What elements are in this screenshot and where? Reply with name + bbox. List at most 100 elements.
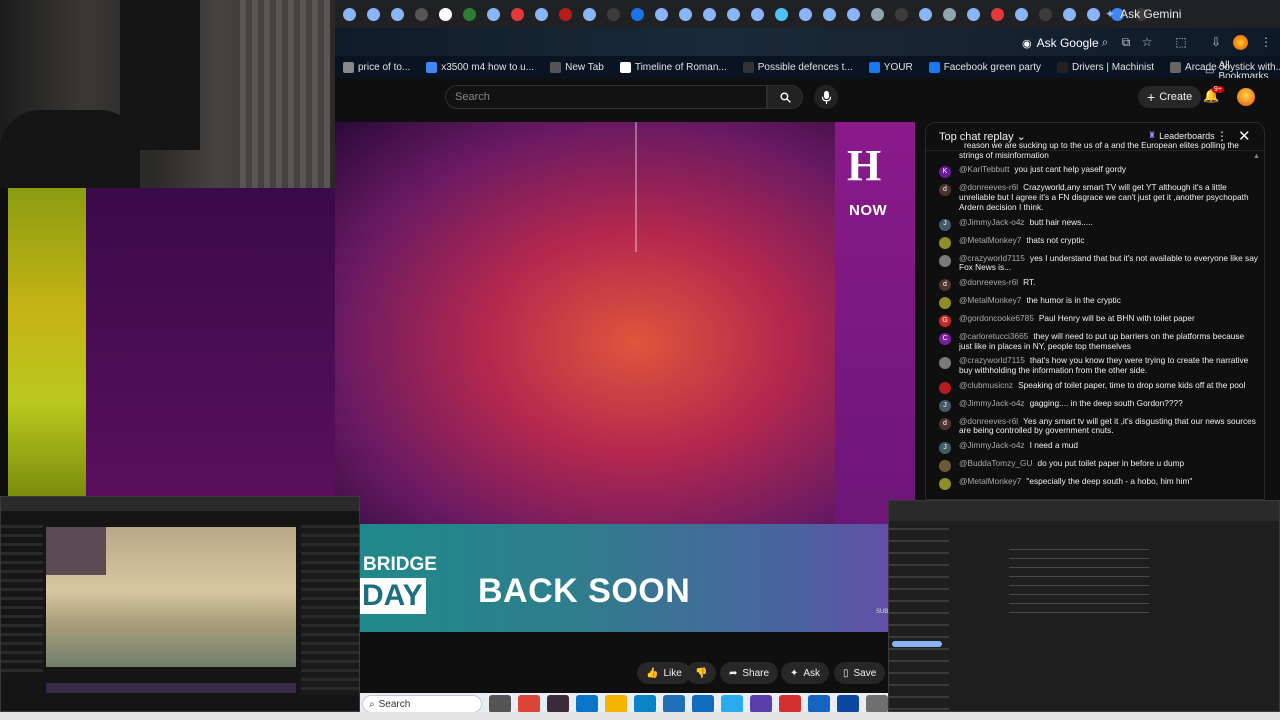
create-button[interactable]: + Create xyxy=(1138,86,1202,108)
bookmark-item[interactable]: price of to... xyxy=(335,61,418,73)
chat-avatar[interactable]: d xyxy=(939,417,951,430)
chat-avatar[interactable] xyxy=(939,478,951,491)
tab-favicon-blue-icon[interactable] xyxy=(625,2,649,26)
bookmark-item[interactable]: New Tab xyxy=(542,61,612,73)
tab-favicon-chrome-icon[interactable] xyxy=(697,2,721,26)
zoom-icon[interactable]: ⌕ xyxy=(1096,33,1114,51)
taskbar-search[interactable]: ⌕ Search xyxy=(362,695,482,713)
tab-favicon-chrome-icon[interactable] xyxy=(793,2,817,26)
taskbar-mail-icon[interactable] xyxy=(837,695,859,713)
tab-favicon-red-dark-icon[interactable] xyxy=(553,2,577,26)
chat-author[interactable]: @JimmyJack-o4z xyxy=(959,398,1025,408)
star-bookmark-icon[interactable]: ☆ xyxy=(1138,33,1156,51)
bookmark-item[interactable]: Facebook green party xyxy=(921,61,1049,73)
taskbar-telegram-icon[interactable] xyxy=(721,695,743,713)
tab-favicon-chrome-icon[interactable] xyxy=(361,2,385,26)
chat-avatar[interactable]: d xyxy=(939,184,951,197)
taskbar-outlook-icon[interactable] xyxy=(692,695,714,713)
bookmark-item[interactable]: Timeline of Roman... xyxy=(612,61,735,73)
chat-avatar[interactable]: J xyxy=(939,218,951,231)
youtube-search-input[interactable]: Search xyxy=(445,85,767,109)
tab-favicon-chrome-icon[interactable] xyxy=(913,2,937,26)
tab-favicon-dark-icon[interactable] xyxy=(1033,2,1057,26)
chat-author[interactable]: @donreeves-r6l xyxy=(959,182,1018,193)
chat-avatar[interactable]: K xyxy=(939,166,951,179)
tab-favicon-chrome-icon[interactable] xyxy=(385,2,409,26)
chat-avatar[interactable] xyxy=(939,296,951,309)
chat-avatar[interactable] xyxy=(939,236,951,249)
chat-author[interactable]: @MetalMonkey7 xyxy=(959,235,1021,245)
chat-avatar[interactable] xyxy=(939,254,951,267)
tab-favicon-chrome-icon[interactable] xyxy=(1081,2,1105,26)
chat-author[interactable]: @MetalMonkey7 xyxy=(959,295,1021,305)
tab-favicon-red-icon[interactable] xyxy=(985,2,1009,26)
taskbar-obs-icon[interactable] xyxy=(547,695,569,713)
chat-avatar[interactable] xyxy=(939,381,951,394)
ask-gemini-button[interactable]: ✦ Ask Gemini xyxy=(1105,4,1181,24)
chat-author[interactable]: @crazyworld7115 xyxy=(959,355,1025,365)
share-button[interactable]: ➦ Share xyxy=(720,662,779,684)
tab-favicon-chrome-icon[interactable] xyxy=(1057,2,1081,26)
taskbar-chrome-icon[interactable] xyxy=(518,695,540,713)
save-button[interactable]: ▯ Save xyxy=(834,662,886,684)
like-button[interactable]: 👍 Like xyxy=(637,662,691,684)
tab-favicon-green-icon[interactable] xyxy=(457,2,481,26)
chat-avatar[interactable]: J xyxy=(939,442,951,455)
tab-favicon-chrome-icon[interactable] xyxy=(577,2,601,26)
bookmark-item[interactable]: YOUR xyxy=(861,61,921,73)
taskbar-explorer-icon[interactable] xyxy=(605,695,627,713)
tab-favicon-chrome-icon[interactable] xyxy=(337,2,361,26)
chat-author[interactable]: @donreeves-r6l xyxy=(959,277,1018,287)
chat-author[interactable]: @JimmyJack-o4z xyxy=(959,217,1025,227)
dislike-button[interactable]: 👎 xyxy=(686,662,717,684)
chat-avatar[interactable]: C xyxy=(939,332,951,345)
chat-author[interactable]: @carloretucci3665 xyxy=(959,331,1028,341)
taskbar-photos-icon[interactable] xyxy=(808,695,830,713)
tab-favicon-chrome-icon[interactable] xyxy=(1009,2,1033,26)
tab-favicon-globe-icon[interactable] xyxy=(865,2,889,26)
bookmark-item[interactable]: x3500 m4 how to u... xyxy=(418,61,542,73)
extensions-icon[interactable]: ⬚ xyxy=(1172,33,1190,51)
tab-favicon-globe2-icon[interactable] xyxy=(937,2,961,26)
chat-author[interactable]: @MetalMonkey7 xyxy=(959,476,1021,486)
youtube-account-avatar[interactable] xyxy=(1237,88,1255,106)
taskbar-ms-store-icon[interactable] xyxy=(576,695,598,713)
tab-favicon-red-icon[interactable] xyxy=(505,2,529,26)
taskbar-settings-icon[interactable] xyxy=(866,695,888,713)
chat-avatar[interactable] xyxy=(939,357,951,370)
taskbar-purple-icon[interactable] xyxy=(750,695,772,713)
install-icon[interactable]: ⧉ xyxy=(1117,33,1135,51)
ask-google-button[interactable]: ◉ Ask Google xyxy=(1022,34,1099,52)
video-player[interactable]: H NOW BRIDGE DAY BACK SOON SUB xyxy=(335,122,915,632)
tab-favicon-chrome-icon[interactable] xyxy=(529,2,553,26)
download-icon[interactable]: ⇩ xyxy=(1207,33,1225,51)
tab-favicon-chrome-icon[interactable] xyxy=(817,2,841,26)
chat-avatar[interactable]: G xyxy=(939,314,951,327)
tab-favicon-chrome-icon[interactable] xyxy=(721,2,745,26)
profile-avatar[interactable] xyxy=(1233,35,1248,50)
tab-favicon-N-icon[interactable] xyxy=(433,2,457,26)
chat-author[interactable]: @donreeves-r6l xyxy=(959,416,1018,426)
tab-favicon-chrome-icon[interactable] xyxy=(481,2,505,26)
taskbar-files-icon[interactable] xyxy=(489,695,511,713)
chat-author[interactable]: @clubmusicnz xyxy=(959,380,1013,390)
taskbar-edge-icon[interactable] xyxy=(634,695,656,713)
chat-author[interactable]: @gordoncooke6785 xyxy=(959,313,1034,323)
tab-favicon-chrome-icon[interactable] xyxy=(841,2,865,26)
tab-favicon-dark-grid-icon[interactable] xyxy=(409,2,433,26)
voice-search-button[interactable] xyxy=(814,85,838,109)
search-button[interactable] xyxy=(767,85,803,109)
bookmark-item[interactable]: Possible defences t... xyxy=(735,61,861,73)
chat-author[interactable]: @crazyworld7115 xyxy=(959,253,1025,263)
ask-button[interactable]: ✦ Ask xyxy=(781,662,830,684)
chat-author[interactable]: @JimmyJack-o4z xyxy=(959,440,1025,450)
tab-favicon-blue2-icon[interactable] xyxy=(769,2,793,26)
browser-menu-icon[interactable]: ⋮ xyxy=(1257,33,1275,51)
chat-avatar[interactable]: J xyxy=(939,399,951,412)
tab-favicon-chrome-icon[interactable] xyxy=(649,2,673,26)
chat-author[interactable]: @BuddaTomzy_GU xyxy=(959,458,1032,468)
tab-favicon-chrome-icon[interactable] xyxy=(673,2,697,26)
chat-avatar[interactable] xyxy=(939,460,951,473)
taskbar-red-bolt-icon[interactable] xyxy=(779,695,801,713)
tab-favicon-dark-icon[interactable] xyxy=(889,2,913,26)
